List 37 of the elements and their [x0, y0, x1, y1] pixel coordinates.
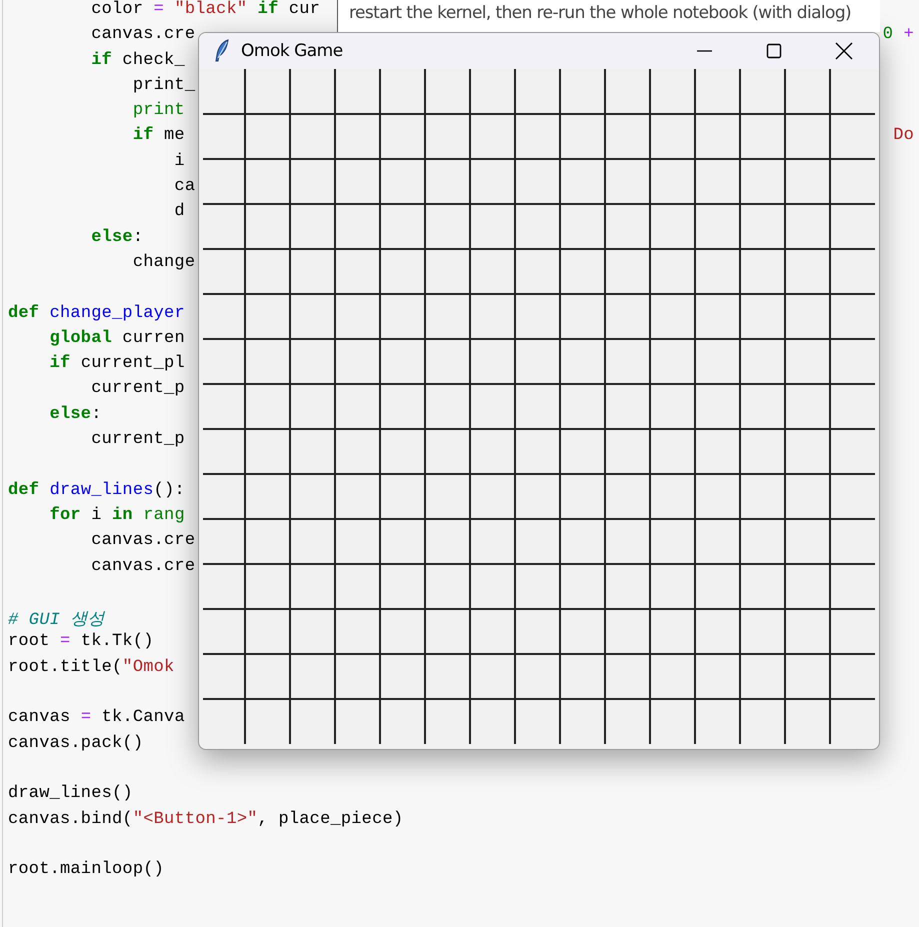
tooltip: restart the kernel, then re-run the whole notebook (with dialog)	[337, 0, 880, 32]
code-line: canvas.cre	[90, 531, 196, 552]
code-fragment: 0 +	[882, 25, 914, 46]
code-line: canvas = tk.Canva	[8, 708, 185, 730]
feather-icon	[213, 39, 231, 63]
code-line: current_p	[90, 379, 185, 400]
close-icon	[835, 42, 853, 60]
code-line: root.mainloop()	[8, 860, 164, 882]
code-line: root.title("Omok	[8, 658, 174, 679]
code-line: for i in rang	[48, 506, 185, 527]
code-line: def draw_lines():	[8, 480, 185, 502]
code-line: canvas.cre	[90, 25, 196, 46]
code-line: print	[132, 101, 185, 122]
code-line: if current_pl	[48, 354, 185, 376]
code-fragment: Do	[893, 126, 914, 148]
code-line: ca	[173, 177, 196, 198]
code-line: i	[173, 152, 185, 173]
minimize-icon	[696, 50, 712, 52]
maximize-icon	[766, 43, 782, 59]
code-line: # GUI 생성	[8, 610, 105, 632]
code-line: else:	[90, 228, 144, 249]
code-line: draw_lines()	[8, 784, 133, 806]
code-line: def change_player	[8, 304, 185, 325]
code-line: canvas.bind("<Button-1>", place_piece)	[8, 810, 404, 830]
code-line: canvas.pack()	[8, 734, 144, 755]
code-line: current_p	[90, 430, 185, 452]
code-line: global curren	[48, 328, 185, 350]
window-title: Omok Game	[241, 41, 344, 61]
code-line: d	[173, 202, 185, 224]
code-line: print_	[132, 76, 196, 97]
code-line: if me	[132, 126, 185, 148]
code-line: change	[132, 252, 196, 274]
code-line: if check_	[90, 50, 185, 72]
code-line: canvas.cre	[90, 556, 196, 578]
code-line: else:	[48, 404, 102, 426]
code-line: root = tk.Tk()	[8, 632, 154, 654]
code-line: color = "black" if cur	[90, 0, 320, 21]
